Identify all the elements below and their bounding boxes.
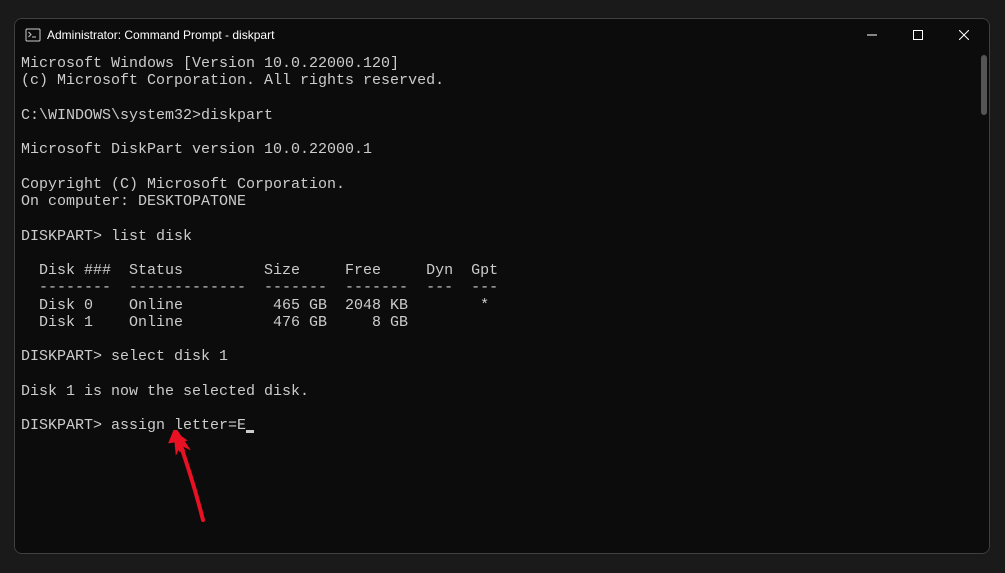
maximize-button[interactable]: [895, 19, 941, 51]
terminal-icon: [25, 27, 41, 43]
close-button[interactable]: [941, 19, 987, 51]
window-controls: [849, 19, 987, 51]
terminal-text: Microsoft Windows [Version 10.0.22000.12…: [21, 55, 498, 434]
terminal-output[interactable]: Microsoft Windows [Version 10.0.22000.12…: [15, 51, 989, 553]
window-title: Administrator: Command Prompt - diskpart: [47, 28, 849, 42]
minimize-button[interactable]: [849, 19, 895, 51]
titlebar[interactable]: Administrator: Command Prompt - diskpart: [15, 19, 989, 51]
text-cursor: [246, 430, 254, 433]
terminal-window: Administrator: Command Prompt - diskpart…: [14, 18, 990, 554]
scrollbar-thumb[interactable]: [981, 55, 987, 115]
